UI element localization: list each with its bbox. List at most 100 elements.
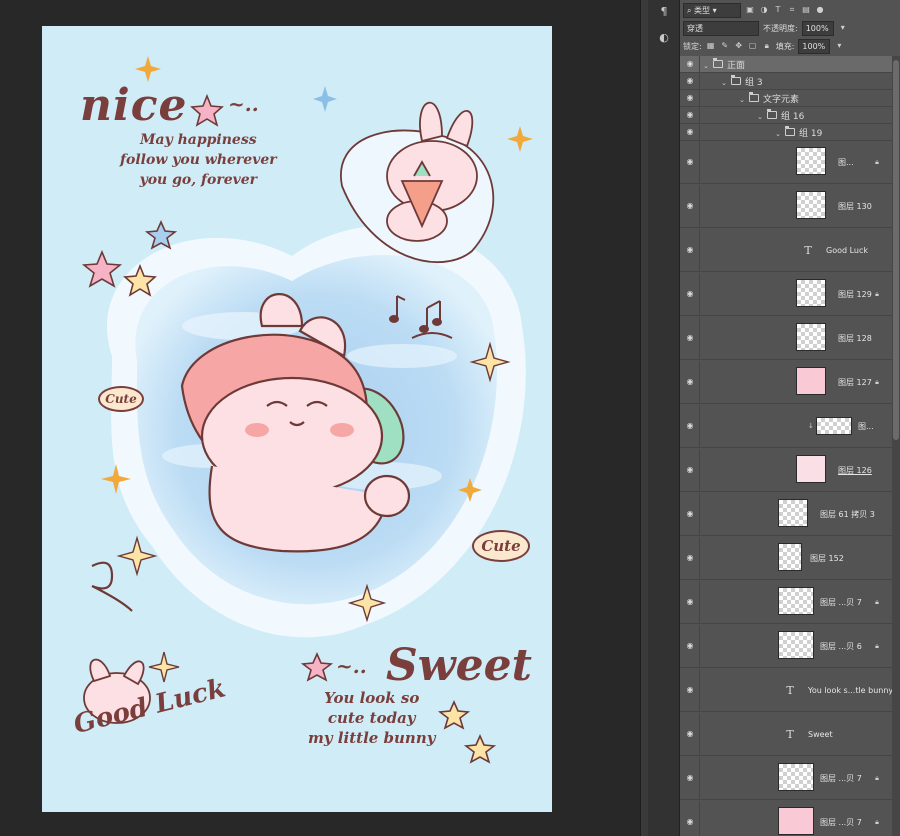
layer-row[interactable]: ◉ T You look s...tle bunny bbox=[680, 669, 894, 712]
swirl-arrow bbox=[91, 561, 133, 612]
visibility-eye-icon[interactable]: ◉ bbox=[685, 597, 695, 607]
adjust-icon[interactable]: ◐ bbox=[656, 30, 672, 46]
visibility-eye-icon[interactable]: ◉ bbox=[685, 773, 695, 783]
layer-thumbnail bbox=[816, 417, 852, 435]
layer-row[interactable]: ◉ 图层 61 拷贝 3 bbox=[680, 493, 892, 536]
lock-paint-icon[interactable]: ✎ bbox=[720, 41, 730, 51]
group-row-front[interactable]: ◉ ⌄ 正面 bbox=[680, 56, 892, 73]
layer-row[interactable]: ◉ 图... 🔒︎ bbox=[680, 141, 892, 184]
layer-row[interactable]: ◉ ↓ 图... bbox=[680, 405, 892, 448]
cute-badge-right: Cute bbox=[472, 530, 530, 562]
lock-icon: 🔒︎ bbox=[875, 817, 879, 826]
visibility-eye-icon[interactable]: ◉ bbox=[685, 93, 695, 103]
sweet-title: Sweet bbox=[386, 640, 532, 691]
fill-input[interactable]: 100% bbox=[798, 38, 831, 54]
filter-kind-select[interactable]: ⌕ 类型 ▾ bbox=[683, 2, 741, 18]
layer-row[interactable]: ◉ 图层 128 bbox=[680, 317, 892, 360]
lock-fill-row: 锁定: ▦ ✎ ✥ ▢ 🔒︎ 填充: 100% ▾ bbox=[680, 36, 900, 56]
blend-opacity-row: 穿透 不透明度: 100% ▾ bbox=[680, 18, 900, 38]
visibility-eye-icon[interactable]: ◉ bbox=[685, 333, 695, 343]
pixel-filter-icon[interactable]: ▣ bbox=[745, 5, 755, 15]
collapse-caret-icon[interactable]: ⌄ bbox=[702, 62, 710, 70]
layers-scroll-thumb[interactable] bbox=[893, 60, 899, 440]
visibility-eye-icon[interactable]: ◉ bbox=[685, 201, 695, 211]
panel-dock-icons: ¶ ◐ bbox=[648, 0, 680, 836]
layer-row[interactable]: ◉ 图层 ...贝 6 🔒︎ bbox=[680, 625, 892, 668]
sweet-line-2: cute today bbox=[327, 709, 416, 727]
visibility-eye-icon[interactable]: ◉ bbox=[685, 421, 695, 431]
layer-row[interactable]: ◉ 图层 ...贝 7 🔒︎ bbox=[680, 757, 892, 800]
nice-tilde: ~.. bbox=[228, 92, 259, 116]
visibility-eye-icon[interactable]: ◉ bbox=[685, 465, 695, 475]
lock-artboard-icon[interactable]: ▢ bbox=[748, 41, 758, 51]
layer-row[interactable]: ◉ T Sweet bbox=[680, 713, 892, 756]
layers-scrollbar[interactable] bbox=[892, 56, 900, 836]
group-row-16[interactable]: ◉ ⌄ 组 16 bbox=[680, 107, 892, 124]
layer-row[interactable]: ◉ 图层 129 🔒︎ bbox=[680, 273, 892, 316]
visibility-eye-icon[interactable]: ◉ bbox=[685, 157, 695, 167]
layer-row[interactable]: ◉ T Good Luck bbox=[680, 229, 892, 272]
visibility-eye-icon[interactable]: ◉ bbox=[685, 685, 695, 695]
opacity-input[interactable]: 100% bbox=[801, 20, 834, 36]
lock-icon: 🔒︎ bbox=[875, 289, 879, 298]
lock-all-icon[interactable]: 🔒︎ bbox=[762, 41, 772, 51]
canvas-scrollbar[interactable] bbox=[640, 0, 648, 836]
adjustment-filter-icon[interactable]: ◑ bbox=[759, 5, 769, 15]
group-row-text-elements[interactable]: ◉ ⌄ 文字元素 bbox=[680, 90, 892, 107]
nice-line-3: you go, forever bbox=[139, 172, 258, 188]
visibility-eye-icon[interactable]: ◉ bbox=[685, 59, 695, 69]
layer-row[interactable]: ◉ 图层 ...贝 7 🔒︎ bbox=[680, 581, 892, 624]
group-row-3[interactable]: ◉ ⌄ 组 3 bbox=[680, 73, 892, 90]
smart-object-filter-icon[interactable]: ▤ bbox=[801, 5, 811, 15]
cute-badge-left: Cute bbox=[98, 386, 144, 412]
visibility-eye-icon[interactable]: ◉ bbox=[685, 509, 695, 519]
visibility-eye-icon[interactable]: ◉ bbox=[685, 245, 695, 255]
group-label: 组 3 bbox=[745, 77, 763, 88]
layer-row[interactable]: ◉ 图层 127 🔒︎ bbox=[680, 361, 892, 404]
type-filter-icon[interactable]: T bbox=[773, 5, 783, 15]
lock-transparent-icon[interactable]: ▦ bbox=[706, 41, 716, 51]
visibility-eye-icon[interactable]: ◉ bbox=[685, 641, 695, 651]
layer-name: 图... bbox=[858, 421, 874, 431]
lock-move-icon[interactable]: ✥ bbox=[734, 41, 744, 51]
paragraph-icon[interactable]: ¶ bbox=[656, 4, 672, 20]
visibility-eye-icon[interactable]: ◉ bbox=[685, 377, 695, 387]
layer-row[interactable]: ◉ 图层 126 bbox=[680, 449, 892, 492]
collapse-caret-icon[interactable]: ⌄ bbox=[720, 79, 728, 87]
visibility-eye-icon[interactable]: ◉ bbox=[685, 127, 695, 137]
sweet-line-3: my little bunny bbox=[308, 729, 436, 747]
layer-row[interactable]: ◉ 图层 130 bbox=[680, 185, 892, 228]
shape-filter-icon[interactable]: ⌗ bbox=[787, 5, 797, 15]
layer-name: 图层 ...贝 7 bbox=[820, 817, 862, 827]
opacity-dropdown-icon[interactable]: ▾ bbox=[838, 23, 848, 33]
visibility-eye-icon[interactable]: ◉ bbox=[685, 76, 695, 86]
clipping-mask-icon: ↓ bbox=[808, 422, 814, 430]
layer-name: You look s...tle bunny bbox=[808, 685, 894, 695]
visibility-eye-icon[interactable]: ◉ bbox=[685, 729, 695, 739]
blend-mode-value: 穿透 bbox=[687, 23, 703, 33]
visibility-eye-icon[interactable]: ◉ bbox=[685, 289, 695, 299]
lock-label: 锁定: bbox=[683, 41, 702, 51]
blend-mode-select[interactable]: 穿透 bbox=[683, 20, 759, 36]
visibility-eye-icon[interactable]: ◉ bbox=[685, 110, 695, 120]
layer-name: 图层 129 bbox=[838, 289, 872, 299]
text-layer-icon: T bbox=[786, 727, 794, 741]
folder-icon bbox=[785, 125, 795, 136]
filter-kind-label: 类型 bbox=[694, 5, 711, 15]
fill-dropdown-icon[interactable]: ▾ bbox=[834, 41, 844, 51]
folder-icon bbox=[713, 57, 723, 68]
layer-thumbnail bbox=[778, 763, 814, 791]
collapse-caret-icon[interactable]: ⌄ bbox=[756, 113, 764, 121]
collapse-caret-icon[interactable]: ⌄ bbox=[774, 130, 782, 138]
layer-row[interactable]: ◉ 图层 ...贝 7 🔒︎ bbox=[680, 801, 892, 836]
layer-thumbnail bbox=[796, 323, 826, 351]
visibility-eye-icon[interactable]: ◉ bbox=[685, 553, 695, 563]
document-canvas[interactable]: nice ~.. May happiness follow you wherev… bbox=[42, 26, 552, 812]
group-label: 正面 bbox=[727, 60, 746, 71]
filter-toggle-icon[interactable]: ● bbox=[815, 5, 825, 15]
collapse-caret-icon[interactable]: ⌄ bbox=[738, 96, 746, 104]
layer-name: Good Luck bbox=[826, 245, 869, 255]
visibility-eye-icon[interactable]: ◉ bbox=[685, 817, 695, 827]
layer-row[interactable]: ◉ 图层 152 bbox=[680, 537, 892, 580]
group-row-19[interactable]: ◉ ⌄ 组 19 bbox=[680, 124, 892, 141]
